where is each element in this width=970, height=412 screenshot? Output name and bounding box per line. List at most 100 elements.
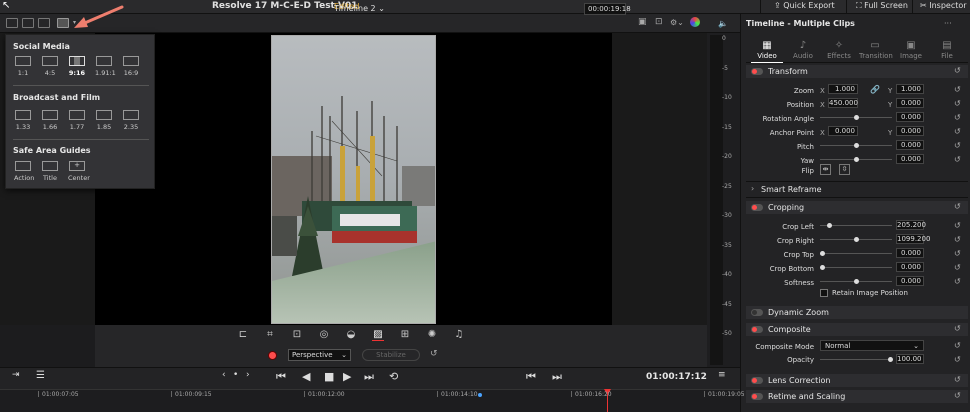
social-9-16[interactable]: 9:16 [68, 56, 86, 77]
rotation-field[interactable]: 0.000 [896, 112, 924, 122]
stabilize-button[interactable]: Stabilize [362, 349, 420, 361]
viewer-timecode[interactable]: 00:00:19:18 [584, 3, 631, 15]
prev-edit-icon[interactable]: ⏮ [526, 370, 536, 384]
mixer-icon[interactable]: ☰ [36, 370, 45, 381]
opacity-value[interactable]: 100.00 [896, 354, 924, 364]
reset-icon[interactable]: ↺ [430, 349, 438, 359]
reset-icon[interactable]: ↺ [954, 355, 961, 364]
pitch-knob[interactable] [853, 143, 859, 148]
reset-icon[interactable]: ↺ [954, 249, 961, 258]
speaker-icon[interactable]: 🔈 [718, 19, 728, 28]
crop-bottom-knob[interactable] [820, 265, 825, 270]
pitch-field[interactable]: 0.000 [896, 140, 924, 150]
transform-icon[interactable]: ⌗ [264, 329, 276, 341]
magic-mask-icon[interactable]: ✺ [426, 329, 438, 341]
color-wheel-icon[interactable] [690, 17, 700, 27]
crop-bottom-field[interactable]: 0.000 [896, 262, 924, 272]
broadcast-1-85[interactable]: 1.85 [95, 110, 113, 131]
flip-horizontal-icon[interactable]: ⇹ [820, 164, 831, 175]
audio-icon[interactable]: ♫ [453, 329, 465, 341]
full-screen-button[interactable]: ⛶ Full Screen [856, 1, 908, 11]
reset-icon[interactable]: ↺ [954, 341, 961, 350]
composite-mode-select[interactable]: Normal ⌄ [820, 340, 924, 351]
safe-area-icon[interactable] [57, 18, 69, 28]
settings-icon[interactable]: ⚙⌄ [670, 18, 684, 27]
jog-left-icon[interactable]: ‹ [222, 370, 226, 380]
reset-icon[interactable]: ↺ [954, 127, 961, 136]
layout-icon[interactable] [22, 18, 34, 28]
opacity-slider[interactable] [820, 359, 892, 360]
smart-reframe-icon[interactable]: ▨ [372, 329, 384, 341]
crop-icon[interactable]: ⊏ [237, 329, 249, 341]
broadcast-1-33[interactable]: 1.33 [14, 110, 32, 131]
annotation-icon[interactable]: ⊞ [399, 329, 411, 341]
stop-icon[interactable]: ■ [324, 370, 334, 383]
lens-correction-toggle[interactable] [751, 377, 763, 384]
retime-toggle[interactable] [751, 393, 763, 400]
openfx-icon[interactable]: ◒ [345, 329, 357, 341]
yaw-field[interactable]: 0.000 [896, 154, 924, 164]
social-16-9[interactable]: 16:9 [122, 56, 140, 77]
zoom-icon[interactable]: ⊡ [655, 17, 663, 27]
tab-image[interactable]: ▣ Image [895, 40, 927, 60]
yaw-knob[interactable] [853, 157, 859, 162]
social-4-5[interactable]: 4:5 [41, 56, 59, 77]
play-icon[interactable]: ▶ [343, 370, 351, 383]
layout-icon[interactable] [38, 18, 50, 28]
quick-export-button[interactable]: ⇪ Quick Export [774, 1, 835, 10]
position-y-field[interactable]: 0.000 [896, 98, 924, 108]
marker-icon[interactable] [478, 393, 482, 397]
tab-video[interactable]: ▦ Video [751, 40, 783, 63]
broadcast-1-66[interactable]: 1.66 [41, 110, 59, 131]
anchor-x-field[interactable]: 0.000 [828, 126, 858, 136]
crop-right-field[interactable]: 1099.200 [896, 234, 930, 244]
safe-area-center[interactable]: + Center [68, 161, 90, 182]
social-1-1[interactable]: 1:1 [14, 56, 32, 77]
anchor-y-field[interactable]: 0.000 [896, 126, 924, 136]
crop-top-field[interactable]: 0.000 [896, 248, 924, 258]
flip-vertical-icon[interactable]: ⇳ [839, 164, 850, 175]
position-x-field[interactable]: 450.000 [828, 98, 858, 108]
record-icon[interactable] [268, 351, 277, 360]
menu-icon[interactable]: ≡ [718, 370, 726, 380]
go-to-start-icon[interactable]: ⏮ [276, 370, 286, 384]
more-icon[interactable]: ··· [944, 19, 952, 28]
tab-audio[interactable]: ♪ Audio [787, 40, 819, 60]
reset-icon[interactable]: ↺ [954, 155, 961, 164]
reset-icon[interactable]: ↺ [954, 141, 961, 150]
dynamic-zoom-toggle[interactable] [751, 309, 763, 316]
loop-icon[interactable]: ⟲ [389, 370, 398, 383]
dynamic-zoom-icon[interactable]: ◎ [318, 329, 330, 341]
tab-file[interactable]: ▤ File [931, 40, 963, 60]
reset-icon[interactable]: ↺ [954, 277, 961, 286]
social-1-91-1[interactable]: 1.91:1 [95, 56, 116, 77]
rotation-knob[interactable] [853, 115, 859, 120]
opacity-knob[interactable] [888, 357, 893, 362]
timeline-ruler[interactable] [0, 389, 740, 412]
layout-icon[interactable] [6, 18, 18, 28]
softness-field[interactable]: 0.000 [896, 276, 924, 286]
reset-icon[interactable]: ↺ [954, 202, 961, 211]
clip-mode-icon[interactable]: ⇥ [12, 370, 20, 380]
play-reverse-icon[interactable]: ◀ [302, 370, 310, 383]
crop-top-slider[interactable] [820, 253, 892, 254]
crop-top-knob[interactable] [820, 251, 825, 256]
reset-icon[interactable]: ↺ [954, 221, 961, 230]
crop-left-knob[interactable] [826, 223, 832, 228]
timeline-selector[interactable]: Timeline 2 ⌄ [334, 4, 385, 13]
jog-dot-icon[interactable]: • [233, 370, 238, 380]
reset-icon[interactable]: ↺ [954, 375, 961, 384]
tab-transition[interactable]: ▭ Transition [859, 40, 893, 60]
broadcast-1-77[interactable]: 1.77 [68, 110, 86, 131]
zoom-x-field[interactable]: 1.000 [828, 84, 858, 94]
safe-area-title-option[interactable]: Title [41, 161, 59, 182]
safe-area-action[interactable]: Action [14, 161, 34, 182]
go-to-end-icon[interactable]: ⏭ [364, 370, 374, 384]
mark-in-icon[interactable]: ⏭ [552, 370, 562, 384]
reset-icon[interactable]: ↺ [954, 99, 961, 108]
crop-tool-icon[interactable]: ⊡ [291, 329, 303, 341]
zoom-y-field[interactable]: 1.000 [896, 84, 924, 94]
reset-icon[interactable]: ↺ [954, 113, 961, 122]
crop-left-field[interactable]: 205.200 [896, 220, 926, 230]
retain-checkbox[interactable] [820, 289, 828, 297]
